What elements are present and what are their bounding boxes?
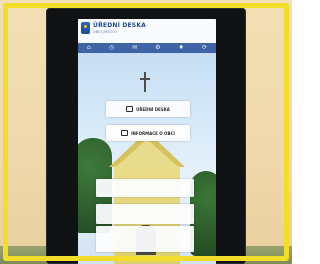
kiosk-screen: ÚŘEDNÍ DESKA OBEC/MĚSTO ⌂ ◷ ✉ ⚙ ♦ ⟳ ÚŘED… bbox=[78, 19, 216, 264]
notice-panel-1[interactable] bbox=[96, 179, 194, 197]
cross-icon bbox=[140, 72, 150, 92]
unreadable-text bbox=[96, 226, 194, 233]
mail-icon[interactable]: ✉ bbox=[132, 43, 137, 53]
home-icon[interactable]: ⌂ bbox=[87, 43, 91, 53]
notice-panel-3[interactable] bbox=[96, 226, 194, 252]
unreadable-text bbox=[96, 186, 194, 193]
uredni-deska-button[interactable]: ÚŘEDNÍ DESKA bbox=[106, 101, 190, 117]
app-subtitle: OBEC/MĚSTO bbox=[93, 30, 117, 34]
app-header: ÚŘEDNÍ DESKA OBEC/MĚSTO bbox=[78, 19, 216, 43]
unreadable-text bbox=[96, 233, 194, 240]
kiosk-body: ÚŘEDNÍ DESKA OBEC/MĚSTO ⌂ ◷ ✉ ⚙ ♦ ⟳ ÚŘED… bbox=[46, 8, 246, 264]
informace-o-obci-label: INFORMACE O OBCI bbox=[131, 130, 175, 136]
info-icon bbox=[121, 130, 129, 136]
chapel-roof-inner bbox=[117, 139, 177, 166]
unreadable-text bbox=[96, 179, 194, 186]
refresh-icon[interactable]: ⟳ bbox=[202, 43, 207, 53]
uredni-deska-label: ÚŘEDNÍ DESKA bbox=[136, 106, 170, 112]
unreadable-text bbox=[96, 211, 194, 218]
photo-background: ÚŘEDNÍ DESKA OBEC/MĚSTO ⌂ ◷ ✉ ⚙ ♦ ⟳ ÚŘED… bbox=[0, 0, 292, 264]
municipality-logo-icon bbox=[81, 22, 90, 34]
clock-icon[interactable]: ◷ bbox=[109, 43, 114, 53]
app-title: ÚŘEDNÍ DESKA bbox=[93, 22, 147, 29]
board-icon bbox=[126, 106, 134, 112]
notice-panel-2[interactable] bbox=[96, 204, 194, 224]
background-photo: ÚŘEDNÍ DESKA INFORMACE O OBCI bbox=[78, 53, 216, 264]
settings-icon[interactable]: ⚙ bbox=[155, 43, 160, 53]
nav-bar: ⌂ ◷ ✉ ⚙ ♦ ⟳ bbox=[78, 43, 216, 53]
unreadable-text bbox=[96, 204, 194, 211]
unreadable-text bbox=[96, 247, 194, 254]
nav-icon[interactable]: ♦ bbox=[179, 43, 184, 53]
unreadable-text bbox=[96, 240, 194, 247]
unreadable-text bbox=[96, 218, 194, 225]
informace-o-obci-button[interactable]: INFORMACE O OBCI bbox=[106, 125, 190, 141]
